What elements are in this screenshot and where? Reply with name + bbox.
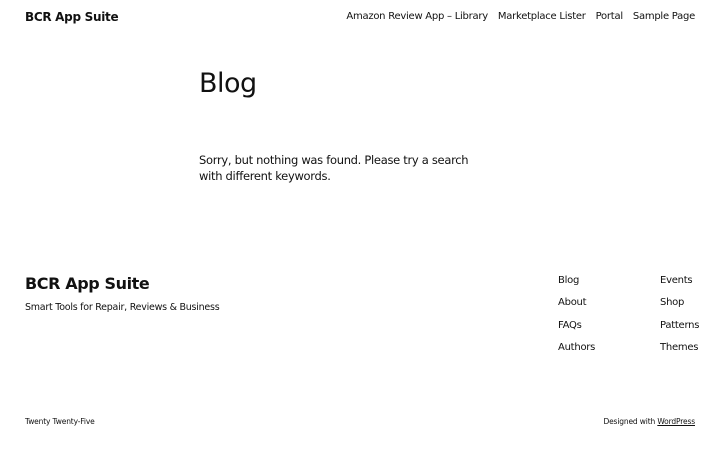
footer-link-patterns[interactable]: Patterns (660, 320, 699, 342)
footer-link-blog[interactable]: Blog (558, 275, 595, 297)
site-title-link[interactable]: BCR App Suite (25, 10, 119, 24)
designed-with-label: Designed with (603, 417, 656, 426)
main-content: Blog Sorry, but nothing was found. Pleas… (199, 66, 499, 183)
footer-link-faqs[interactable]: FAQs (558, 320, 595, 342)
page-title: Blog (199, 68, 257, 99)
nav-item-sample-page[interactable]: Sample Page (633, 11, 695, 22)
nav-item-marketplace-lister[interactable]: Marketplace Lister (498, 11, 586, 22)
footer-tagline: Smart Tools for Repair, Reviews & Busine… (25, 302, 220, 313)
footer-link-about[interactable]: About (558, 297, 595, 319)
footer-site-title-link[interactable]: BCR App Suite (25, 272, 345, 296)
footer-nav-column-1: Blog About FAQs Authors (558, 275, 595, 364)
nav-item-amazon-review-app-library[interactable]: Amazon Review App – Library (346, 11, 488, 22)
site-header: BCR App Suite Amazon Review App – Librar… (0, 0, 720, 36)
footer-link-events[interactable]: Events (660, 275, 699, 297)
footer-nav-column-2: Events Shop Patterns Themes (660, 275, 699, 364)
footer-link-shop[interactable]: Shop (660, 297, 699, 319)
footer-link-authors[interactable]: Authors (558, 342, 595, 364)
wordpress-link[interactable]: WordPress (657, 417, 695, 426)
nav-item-portal[interactable]: Portal (596, 11, 623, 22)
no-results-message: Sorry, but nothing was found. Please try… (199, 153, 469, 183)
theme-credit: Twenty Twenty-Five (25, 417, 95, 426)
designed-with-credit: Designed with WordPress (603, 417, 695, 426)
primary-navigation: Amazon Review App – Library Marketplace … (346, 11, 695, 22)
footer-brand: BCR App Suite Smart Tools for Repair, Re… (25, 272, 345, 313)
footer-link-themes[interactable]: Themes (660, 342, 699, 364)
